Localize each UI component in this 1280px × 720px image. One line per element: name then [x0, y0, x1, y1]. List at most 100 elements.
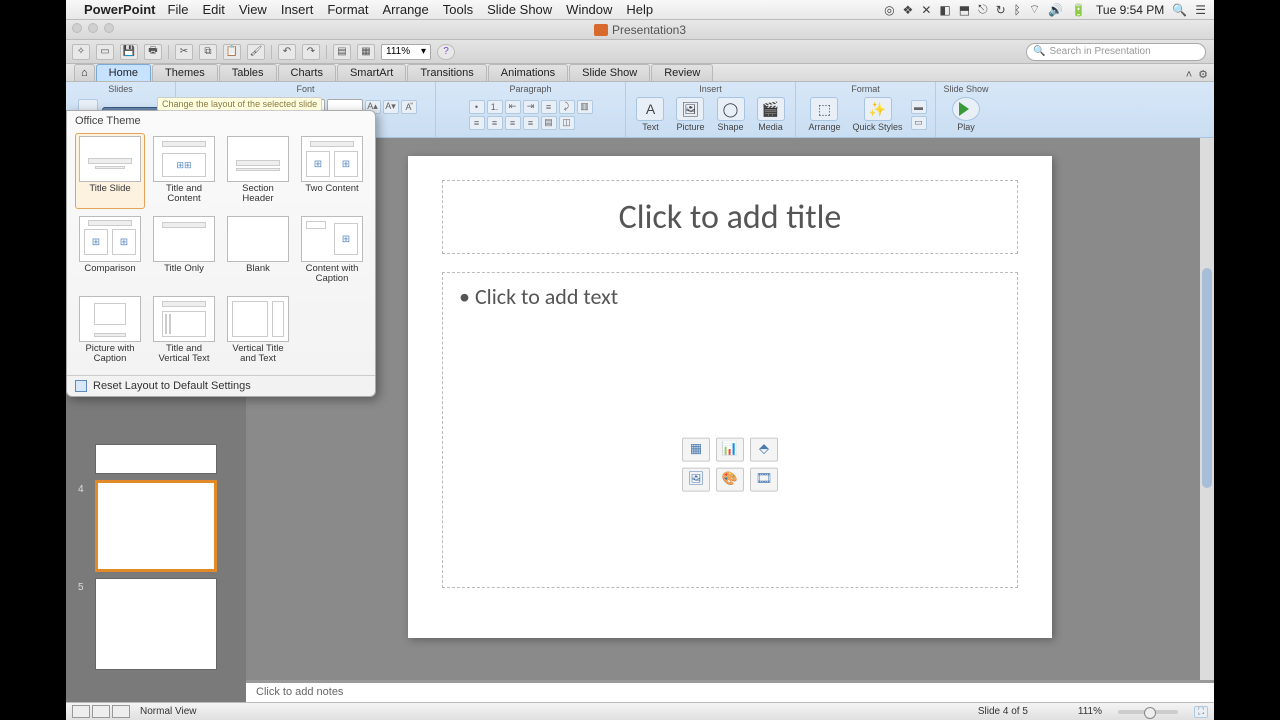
help-icon[interactable]: ?	[437, 44, 455, 60]
tab-smartart[interactable]: SmartArt	[337, 64, 406, 81]
layout-option-picture-caption[interactable]: Picture with Caption	[75, 293, 145, 369]
shape-outline-icon[interactable]: ▭	[911, 116, 927, 130]
content-placeholder[interactable]: Click to add text ▦ 📊 ⬘ 🖼 🎨 🎞	[442, 272, 1018, 588]
menu-slideshow[interactable]: Slide Show	[487, 2, 552, 17]
sync-icon[interactable]: ↻	[996, 3, 1006, 17]
status-icon[interactable]: ✕	[921, 3, 931, 17]
battery-icon[interactable]: 🔋	[1071, 3, 1086, 17]
shrink-font-icon[interactable]: A▾	[383, 100, 399, 114]
layout-option-two-content[interactable]: ⊞⊞ Two Content	[297, 133, 367, 209]
justify-icon[interactable]: ≡	[523, 116, 539, 130]
window-controls[interactable]	[72, 23, 114, 33]
align-left-icon[interactable]: ≡	[469, 116, 485, 130]
redo-icon[interactable]: ↷	[302, 44, 320, 60]
slide-thumbnail[interactable]	[95, 578, 217, 670]
text-direction-icon[interactable]: ⤸	[559, 100, 575, 114]
layout-option-title-content[interactable]: ⊞⊞ Title and Content	[149, 133, 219, 209]
ribbon-settings-icon[interactable]: ⚙	[1198, 68, 1208, 81]
print-icon[interactable]: 🖶	[144, 44, 162, 60]
status-icon[interactable]: ⎋	[978, 2, 988, 17]
menu-window[interactable]: Window	[566, 2, 612, 17]
notes-pane[interactable]: Click to add notes	[246, 680, 1214, 702]
slide-thumbnail-selected[interactable]	[95, 480, 217, 572]
menu-insert[interactable]: Insert	[281, 2, 314, 17]
app-name[interactable]: PowerPoint	[84, 2, 156, 17]
menu-view[interactable]: View	[239, 2, 267, 17]
tab-tables[interactable]: Tables	[219, 64, 277, 81]
slide[interactable]: Click to add title Click to add text ▦ 📊…	[408, 156, 1052, 638]
play-button[interactable]: Play	[948, 97, 984, 132]
copy-icon[interactable]: ⧉	[199, 44, 217, 60]
spotlight-icon[interactable]: 🔍	[1172, 3, 1187, 17]
status-icon[interactable]: ◎	[884, 3, 894, 17]
layout-option-title-only[interactable]: Title Only	[149, 213, 219, 289]
convert-smartart-icon[interactable]: ◫	[559, 116, 575, 130]
tab-slideshow[interactable]: Slide Show	[569, 64, 650, 81]
status-icon[interactable]: ◧	[939, 3, 950, 17]
paste-icon[interactable]: 📋	[223, 44, 241, 60]
format-painter-icon[interactable]: 🖌	[247, 44, 265, 60]
increase-indent-icon[interactable]: ⇥	[523, 100, 539, 114]
layout-option-comparison[interactable]: ⊞⊞ Comparison	[75, 213, 145, 289]
undo-icon[interactable]: ↶	[278, 44, 296, 60]
insert-clipart-icon[interactable]: 🎨	[716, 467, 744, 491]
layout-option-title-vertical-text[interactable]: Title and Vertical Text	[149, 293, 219, 369]
open-icon[interactable]: ▭	[96, 44, 114, 60]
align-vert-icon[interactable]: ▤	[541, 116, 557, 130]
columns-icon[interactable]: ▥	[577, 100, 593, 114]
insert-media-button[interactable]: 🎬Media	[753, 97, 789, 132]
layout-option-title-slide[interactable]: Title Slide	[75, 133, 145, 209]
slide-thumbnail[interactable]	[95, 444, 217, 474]
layout-option-blank[interactable]: Blank	[223, 213, 293, 289]
bluetooth-icon[interactable]: ᛒ	[1014, 3, 1021, 17]
menubar-clock[interactable]: Tue 9:54 PM	[1096, 3, 1164, 17]
cut-icon[interactable]: ✂	[175, 44, 193, 60]
search-input[interactable]: 🔍 Search in Presentation	[1026, 43, 1206, 61]
tab-charts[interactable]: Charts	[278, 64, 336, 81]
volume-icon[interactable]: 🔊	[1048, 3, 1063, 17]
zoom-slider[interactable]	[1118, 710, 1178, 714]
fit-window-icon[interactable]: ⛶	[1194, 706, 1208, 718]
tab-home[interactable]: Home	[96, 64, 151, 81]
menu-tools[interactable]: Tools	[443, 2, 473, 17]
zoom-label[interactable]: 111%	[1078, 706, 1102, 717]
menu-format[interactable]: Format	[327, 2, 368, 17]
tab-review[interactable]: Review	[651, 64, 713, 81]
insert-picture-icon[interactable]: 🖼	[682, 467, 710, 491]
line-spacing-icon[interactable]: ≡	[541, 100, 557, 114]
insert-chart-icon[interactable]: 📊	[716, 437, 744, 461]
tab-transitions[interactable]: Transitions	[407, 64, 486, 81]
layout-option-section-header[interactable]: Section Header	[223, 133, 293, 209]
new-slide-icon[interactable]: ✧	[72, 44, 90, 60]
status-icon[interactable]: ❖	[903, 3, 914, 17]
toolbar-icon[interactable]: ▦	[357, 44, 375, 60]
menu-edit[interactable]: Edit	[202, 2, 224, 17]
insert-shape-button[interactable]: ◯Shape	[713, 97, 749, 132]
arrange-button[interactable]: ⬚Arrange	[804, 97, 844, 132]
clear-format-icon[interactable]: Aⷨ	[401, 100, 417, 114]
layout-option-content-caption[interactable]: ⊞ Content with Caption	[297, 213, 367, 289]
zoom-combo[interactable]: 111%▾	[381, 44, 431, 60]
notifications-icon[interactable]: ☰	[1195, 3, 1206, 17]
slide-canvas-area[interactable]: Click to add title Click to add text ▦ 📊…	[246, 138, 1214, 680]
tab-themes[interactable]: Themes	[152, 64, 218, 81]
normal-view-icon[interactable]	[72, 705, 90, 718]
insert-media-icon[interactable]: 🎞	[750, 467, 778, 491]
shape-fill-icon[interactable]: ▬	[911, 100, 927, 114]
vertical-scrollbar[interactable]	[1200, 138, 1214, 680]
insert-smartart-icon[interactable]: ⬘	[750, 437, 778, 461]
menu-file[interactable]: File	[168, 2, 189, 17]
tab-animations[interactable]: Animations	[488, 64, 568, 81]
title-placeholder[interactable]: Click to add title	[442, 180, 1018, 254]
save-icon[interactable]: 💾	[120, 44, 138, 60]
insert-picture-button[interactable]: 🖼Picture	[672, 97, 708, 132]
wifi-icon[interactable]: ⌔	[1029, 2, 1040, 17]
toolbar-icon[interactable]: ▤	[333, 44, 351, 60]
insert-table-icon[interactable]: ▦	[682, 437, 710, 461]
reset-layout-button[interactable]: Reset Layout to Default Settings	[67, 375, 375, 396]
align-right-icon[interactable]: ≡	[505, 116, 521, 130]
sorter-view-icon[interactable]	[92, 705, 110, 718]
numbering-icon[interactable]: 1.	[487, 100, 503, 114]
quick-styles-button[interactable]: ✨Quick Styles	[849, 97, 907, 132]
slideshow-view-icon[interactable]	[112, 705, 130, 718]
